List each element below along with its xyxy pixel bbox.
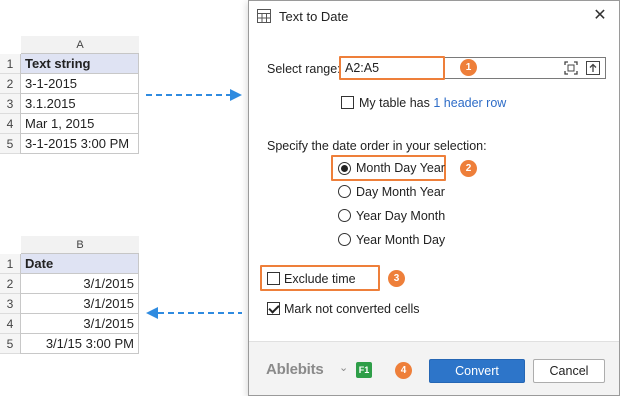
header-row-label: My table has 1 header row: [359, 96, 506, 110]
sheet-row: 3 3/1/2015: [0, 294, 140, 314]
select-range-icon[interactable]: [563, 60, 579, 76]
row-number[interactable]: 1: [0, 54, 20, 74]
radio-label-month-day-year[interactable]: Month Day Year: [356, 161, 445, 175]
dialog-footer: Ablebits ⌄ F1 4 Convert Cancel: [249, 341, 619, 395]
header-row-link[interactable]: 1 header row: [433, 96, 506, 110]
calendar-table-icon: [257, 9, 271, 23]
cell-b5[interactable]: 3/1/15 3:00 PM: [21, 334, 139, 354]
row-number[interactable]: 4: [0, 114, 20, 134]
column-header-a[interactable]: A: [21, 36, 139, 54]
dialog-title: Text to Date: [279, 9, 349, 24]
date-order-label: Specify the date order in your selection…: [267, 139, 487, 153]
step-badge-3: 3: [388, 270, 405, 287]
chevron-down-icon[interactable]: ⌄: [339, 361, 348, 374]
row-number[interactable]: 4: [0, 314, 20, 334]
header-row-checkbox[interactable]: [341, 96, 354, 109]
text-to-date-dialog: Text to Date ✕ Select range: A2:A5 1 My …: [248, 0, 620, 396]
exclude-time-checkbox[interactable]: [267, 272, 280, 285]
sheet-row: 2 3-1-2015: [0, 74, 140, 94]
row-number[interactable]: 2: [0, 274, 20, 294]
result-sheet: B 1 Date 2 3/1/2015 3 3/1/2015 4 3/1/201…: [0, 236, 140, 356]
row-number[interactable]: 1: [0, 254, 20, 274]
help-f1-icon[interactable]: F1: [356, 362, 372, 378]
radio-year-month-day[interactable]: [338, 233, 351, 246]
mark-not-converted-checkbox[interactable]: [267, 302, 280, 315]
cell-a3[interactable]: 3.1.2015: [21, 94, 139, 114]
exclude-time-label[interactable]: Exclude time: [284, 272, 356, 286]
sheet-row: 5 3-1-2015 3:00 PM: [0, 134, 140, 154]
close-icon[interactable]: ✕: [589, 5, 611, 27]
cell-a4[interactable]: Mar 1, 2015: [21, 114, 139, 134]
source-sheet: A 1 Text string 2 3-1-2015 3 3.1.2015 4 …: [0, 36, 140, 156]
radio-month-day-year[interactable]: [338, 162, 351, 175]
radio-label-year-day-month[interactable]: Year Day Month: [356, 209, 445, 223]
sheet-row: 3 3.1.2015: [0, 94, 140, 114]
cell-a2[interactable]: 3-1-2015: [21, 74, 139, 94]
row-number[interactable]: 2: [0, 74, 20, 94]
cancel-button[interactable]: Cancel: [533, 359, 605, 383]
column-header-b[interactable]: B: [21, 236, 139, 254]
dialog-titlebar: Text to Date ✕: [249, 1, 619, 31]
cell-b4[interactable]: 3/1/2015: [21, 314, 139, 334]
mark-not-converted-label[interactable]: Mark not converted cells: [284, 302, 419, 316]
row-number[interactable]: 3: [0, 94, 20, 114]
cell-b1[interactable]: Date: [21, 254, 139, 274]
radio-day-month-year[interactable]: [338, 185, 351, 198]
radio-label-year-month-day[interactable]: Year Month Day: [356, 233, 445, 247]
sheet-row: 1 Text string: [0, 54, 140, 74]
step-badge-1: 1: [460, 59, 477, 76]
cell-a5[interactable]: 3-1-2015 3:00 PM: [21, 134, 139, 154]
row-number[interactable]: 3: [0, 294, 20, 314]
highlight-range: [339, 56, 445, 80]
convert-button[interactable]: Convert: [429, 359, 525, 383]
cell-a1[interactable]: Text string: [21, 54, 139, 74]
row-number[interactable]: 5: [0, 334, 20, 354]
step-badge-4: 4: [395, 362, 412, 379]
sheet-row: 2 3/1/2015: [0, 274, 140, 294]
arrow-right-icon: [146, 89, 242, 101]
radio-label-day-month-year[interactable]: Day Month Year: [356, 185, 445, 199]
row-number[interactable]: 5: [0, 134, 20, 154]
sheet-row: 4 3/1/2015: [0, 314, 140, 334]
radio-year-day-month[interactable]: [338, 209, 351, 222]
sheet-row: 1 Date: [0, 254, 140, 274]
cell-b3[interactable]: 3/1/2015: [21, 294, 139, 314]
ablebits-logo[interactable]: Ablebits: [266, 361, 324, 378]
sheet-row: 5 3/1/15 3:00 PM: [0, 334, 140, 354]
arrow-left-icon: [146, 307, 242, 319]
step-badge-2: 2: [460, 160, 477, 177]
select-range-label: Select range:: [267, 62, 341, 76]
expand-selection-icon[interactable]: [585, 60, 601, 76]
header-row-prefix: My table has: [359, 96, 430, 110]
sheet-row: 4 Mar 1, 2015: [0, 114, 140, 134]
cell-b2[interactable]: 3/1/2015: [21, 274, 139, 294]
